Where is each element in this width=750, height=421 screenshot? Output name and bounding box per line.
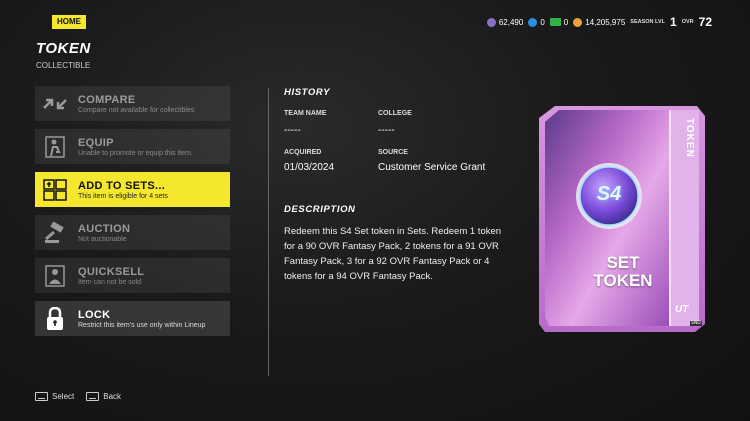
coins-currency: 14,205,975 [573, 17, 626, 27]
back-hint[interactable]: Back [86, 392, 121, 401]
credits-icon [528, 17, 538, 27]
action-menu: COMPARE Compare not available for collect… [35, 86, 230, 344]
quicksell-button[interactable]: QUICKSELL Item can not be sold [35, 258, 230, 293]
season-level-label: SEASON LVL [630, 19, 666, 25]
college-value: ----- [378, 125, 395, 136]
card-frame [539, 106, 705, 332]
home-tab[interactable]: HOME [52, 15, 86, 29]
card-name-line2: TOKEN [593, 271, 653, 290]
cash-currency: 0 [549, 17, 569, 27]
footer-hints: Select Back [35, 392, 121, 401]
team-name-value: ----- [284, 125, 301, 136]
cash-value: 0 [563, 17, 569, 27]
select-button-icon [35, 392, 48, 401]
compare-icon [40, 91, 70, 116]
add-to-sets-button[interactable]: ADD TO SETS... This item is eligible for … [35, 172, 230, 207]
ovr-label: OVR [681, 19, 694, 25]
card-tiny-tag: SND [690, 321, 702, 326]
token-card: TOKEN S4 SET TOKEN UT SND [537, 104, 707, 334]
ovr-value: 72 [698, 15, 712, 29]
vertical-divider [268, 88, 269, 376]
acquired-value: 01/03/2024 [284, 162, 335, 173]
description-heading: DESCRIPTION [284, 204, 356, 215]
coins-icon [573, 17, 583, 27]
compare-desc: Compare not available for collectibles [78, 106, 195, 114]
acquired-label: ACQUIRED [284, 149, 322, 156]
gavel-icon [40, 220, 70, 245]
description-text: Redeem this S4 Set token in Sets. Redeem… [284, 226, 502, 282]
back-hint-label: Back [103, 392, 122, 401]
card-name: SET TOKEN [551, 254, 695, 290]
source-label: SOURCE [378, 149, 408, 156]
card-brand: UT [675, 304, 689, 315]
card-name-line1: SET [606, 253, 640, 272]
select-hint[interactable]: Select [35, 392, 74, 401]
auction-label: AUCTION [78, 222, 131, 235]
sets-icon [40, 177, 70, 202]
auction-button[interactable]: AUCTION Not auctionable [35, 215, 230, 250]
lock-label: LOCK [78, 308, 111, 321]
team-name-label: TEAM NAME [284, 110, 327, 117]
page-subtitle: COLLECTIBLE [36, 61, 91, 70]
compare-button[interactable]: COMPARE Compare not available for collect… [35, 86, 230, 121]
training-icon [486, 17, 496, 27]
season-level-value: 1 [670, 15, 677, 29]
credits-value: 0 [540, 17, 545, 27]
quicksell-desc: Item can not be sold [78, 278, 142, 286]
equip-button[interactable]: EQUIP Unable to promote or equip this ite… [35, 129, 230, 164]
coins-value: 14,205,975 [585, 17, 626, 27]
credits-currency: 0 [528, 17, 545, 27]
card-badge-text: S4 [596, 183, 622, 205]
quicksell-label: QUICKSELL [78, 265, 145, 278]
add-to-sets-label: ADD TO SETS... [78, 179, 166, 192]
select-hint-label: Select [52, 392, 75, 401]
auction-desc: Not auctionable [78, 235, 127, 243]
history-heading: HISTORY [284, 87, 331, 98]
training-value: 62,490 [498, 17, 524, 27]
equip-desc: Unable to promote or equip this item. [78, 149, 193, 157]
source-value: Customer Service Grant [378, 162, 486, 173]
lock-icon [40, 306, 70, 331]
lock-button[interactable]: LOCK Restrict this item's use only within… [35, 301, 230, 336]
add-to-sets-desc: This item is eligible for 4 sets [78, 192, 168, 200]
back-button-icon [86, 392, 100, 401]
quicksell-icon [40, 263, 70, 288]
college-label: COLLEGE [378, 110, 412, 117]
page-title: TOKEN [36, 40, 91, 57]
equip-label: EQUIP [78, 136, 114, 149]
compare-label: COMPARE [78, 93, 136, 106]
training-currency: 62,490 [486, 17, 524, 27]
equip-icon [40, 134, 70, 159]
cash-icon [549, 18, 561, 26]
currency-bar: 62,490 0 0 14,205,975 SEASON LVL 1 OVR 7… [486, 14, 712, 30]
lock-desc: Restrict this item's use only within Lin… [78, 321, 206, 329]
card-side-label: TOKEN [684, 118, 695, 158]
